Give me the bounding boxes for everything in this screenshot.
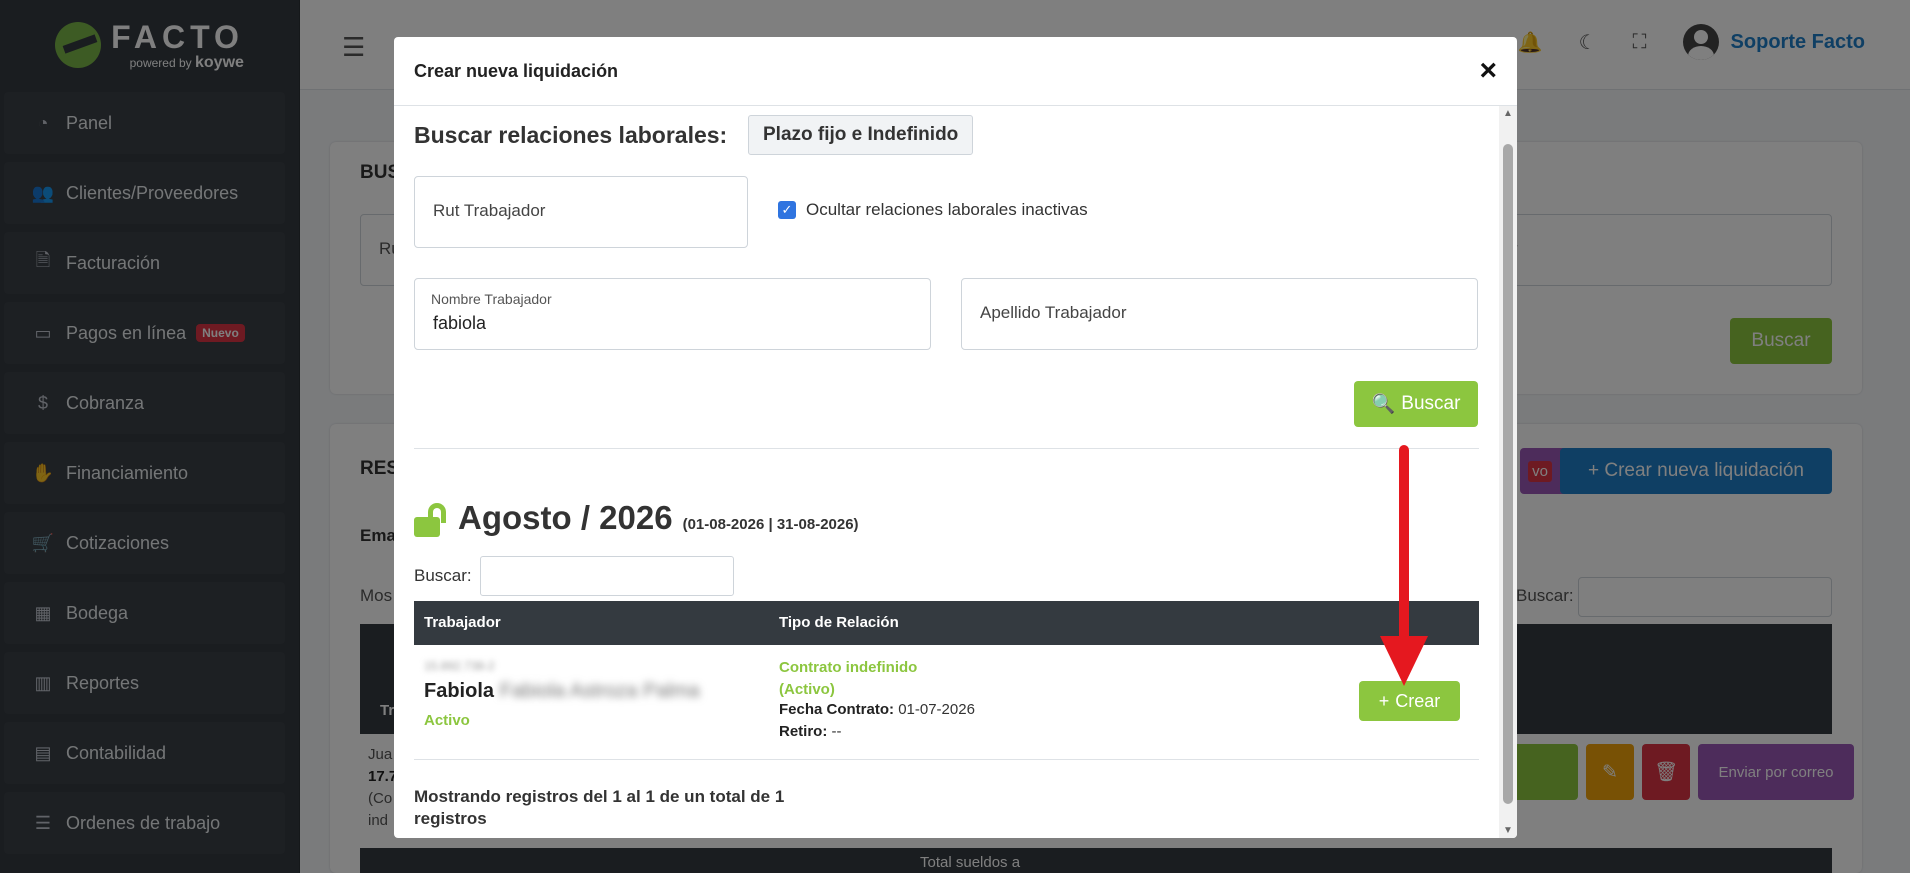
period-title: Agosto / 2026 — [458, 499, 673, 536]
scroll-down-icon[interactable]: ▼ — [1503, 825, 1513, 836]
modal-title: Crear nueva liquidación — [414, 60, 619, 81]
search-icon: 🔍 — [1371, 394, 1396, 415]
period-range: (01-08-2026 | 31-08-2026) — [682, 516, 859, 533]
check-icon[interactable]: ✓ — [778, 201, 796, 219]
annotation-arrow — [1399, 445, 1409, 655]
modal-header: Crear nueva liquidación × — [394, 37, 1517, 106]
create-button[interactable]: + Crear — [1359, 681, 1460, 721]
hide-inactive-checkbox[interactable]: ✓ Ocultar relaciones laborales inactivas — [778, 200, 1088, 220]
table-search: Buscar: — [414, 556, 734, 596]
unlock-icon — [414, 503, 448, 537]
search-mode-tag: Plazo fijo e Indefinido — [748, 115, 974, 155]
divider — [414, 448, 1479, 449]
plus-icon: + — [1378, 690, 1390, 711]
worker-rut: 15.892.738-2 — [424, 659, 495, 673]
records-summary: Mostrando registros del 1 al 1 de un tot… — [414, 787, 785, 828]
modal-body: Buscar relaciones laborales: Plazo fijo … — [394, 106, 1517, 838]
search-heading: Buscar relaciones laborales: — [414, 122, 728, 148]
retiro: Retiro: -- — [779, 723, 842, 740]
table-header: Trabajador Tipo de Relación — [414, 601, 1479, 645]
annotation-arrow-head — [1380, 636, 1428, 686]
period-header: Agosto / 2026 (01-08-2026 | 31-08-2026) — [414, 499, 859, 537]
worker-name: Fabiola Fabiola Astroza Palma — [424, 680, 700, 702]
scroll-thumb[interactable] — [1503, 144, 1513, 804]
name-input[interactable]: Nombre Trabajador fabiola — [414, 278, 931, 350]
modal-search-button[interactable]: 🔍 Buscar — [1354, 381, 1478, 427]
table-search-input[interactable] — [479, 556, 734, 596]
rut-input[interactable]: Rut Trabajador — [414, 176, 748, 248]
modal-scrollbar[interactable]: ▲ ▼ — [1499, 106, 1517, 838]
create-liquidation-modal: Crear nueva liquidación × Buscar relacio… — [394, 37, 1517, 838]
contract-date: Fecha Contrato: 01-07-2026 — [779, 701, 975, 718]
table-row: 15.892.738-2 Fabiola Fabiola Astroza Pal… — [414, 645, 1479, 760]
close-icon[interactable]: × — [1479, 56, 1497, 86]
scroll-up-icon[interactable]: ▲ — [1503, 108, 1513, 119]
column-tipo-relacion[interactable]: Tipo de Relación — [779, 614, 899, 631]
lastname-input[interactable]: Apellido Trabajador — [961, 278, 1478, 350]
worker-status: Activo — [424, 712, 470, 729]
relation-type: Contrato indefinido (Activo) — [779, 659, 918, 698]
column-trabajador[interactable]: Trabajador — [424, 614, 501, 631]
